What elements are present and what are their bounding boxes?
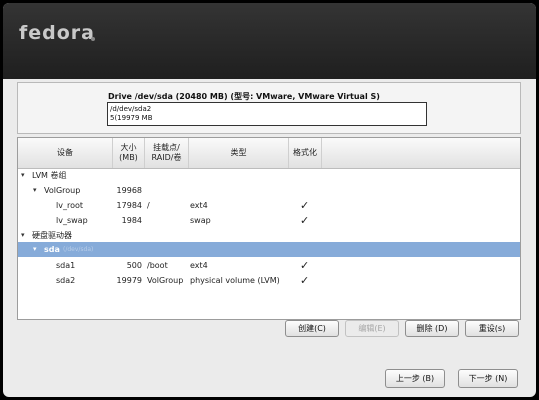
header-banner: fedora — [3, 3, 536, 79]
table-row[interactable]: lv_swap 1984 swap ✓ — [18, 213, 520, 228]
create-button[interactable]: 创建(C) — [285, 320, 339, 337]
row-device: sda1 — [56, 261, 76, 270]
installer-window: fedora Drive /dev/sda (20480 MB) (型号: VM… — [3, 3, 536, 397]
delete-button[interactable]: 删除 (D) — [405, 320, 459, 337]
row-device: lv_swap — [56, 216, 88, 225]
table-row[interactable]: sda2 19979 VolGroup physical volume (LVM) ✓ — [18, 273, 520, 288]
col-format-label: 格式化 — [293, 148, 317, 157]
row-device: lv_root — [56, 201, 83, 210]
back-button[interactable]: 上一步 (B) — [385, 369, 445, 388]
row-type: ext4 — [190, 261, 208, 270]
partition-tree[interactable]: 设备 大小 (MB) 挂载点/ RAID/卷 类型 格式化 ▾ LVM 卷组 ▾ Vo… — [17, 137, 521, 320]
table-row[interactable]: lv_root 17984 / ext4 ✓ — [18, 198, 520, 213]
col-format[interactable]: 格式化 — [289, 138, 322, 168]
row-device-path: (/dev/sda) — [63, 246, 94, 253]
table-row[interactable]: ▾ 硬盘驱动器 — [18, 228, 520, 243]
format-check-icon: ✓ — [300, 274, 310, 287]
table-row[interactable]: ▾ VolGroup 19968 — [18, 183, 520, 198]
row-device: VolGroup — [44, 186, 81, 195]
row-mount: VolGroup — [147, 276, 184, 285]
row-size — [113, 228, 142, 243]
col-mount[interactable]: 挂载点/ RAID/卷 — [145, 138, 189, 168]
row-size — [113, 242, 142, 257]
row-size: 1984 — [121, 216, 142, 225]
row-size: 500 — [126, 261, 142, 270]
row-type: physical volume (LVM) — [190, 276, 280, 285]
col-device[interactable]: 设备 — [18, 138, 113, 168]
row-device: sda2 — [56, 276, 76, 285]
row-mount: / — [147, 201, 150, 210]
expander-arrow-icon[interactable]: ▾ — [33, 183, 37, 198]
row-mount: /boot — [147, 261, 168, 270]
table-header: 设备 大小 (MB) 挂载点/ RAID/卷 类型 格式化 — [18, 138, 520, 169]
format-check-icon: ✓ — [300, 259, 310, 272]
edit-button[interactable]: 编辑(E) — [345, 320, 399, 337]
format-check-icon: ✓ — [300, 199, 310, 212]
drive-bar-size: 5(19979 MB — [110, 114, 153, 122]
col-mount-label: 挂载点/ RAID/卷 — [151, 143, 182, 162]
drive-summary: Drive /dev/sda (20480 MB) (型号: VMware, V… — [17, 82, 521, 134]
col-type-label: 类型 — [230, 148, 247, 157]
drive-title: Drive /dev/sda (20480 MB) (型号: VMware, V… — [108, 92, 380, 101]
row-type: swap — [190, 216, 211, 225]
col-device-label: 设备 — [57, 148, 73, 157]
reset-button[interactable]: 重设(s) — [465, 320, 519, 337]
table-row[interactable]: sda1 500/boot ext4 ✓ — [18, 258, 520, 273]
next-button[interactable]: 下一步 (N) — [458, 369, 518, 388]
col-size[interactable]: 大小 (MB) — [113, 138, 145, 168]
fedora-logo: fedora — [19, 22, 95, 44]
row-size: 19968 — [116, 186, 142, 195]
table-row[interactable]: ▾ sda (/dev/sda) — [18, 242, 520, 257]
drive-bar-device: /d/dev/sda2 — [110, 105, 152, 113]
row-type: ext4 — [190, 201, 208, 210]
format-check-icon: ✓ — [300, 214, 310, 227]
row-device: sda — [44, 245, 60, 254]
expander-arrow-icon[interactable]: ▾ — [33, 242, 37, 257]
row-size: 19979 — [116, 276, 142, 285]
row-size: 17984 — [116, 201, 142, 210]
expander-arrow-icon[interactable]: ▾ — [21, 168, 25, 183]
col-size-label: 大小 (MB) — [119, 143, 138, 162]
drive-partition-bar[interactable]: /d/dev/sda2 5(19979 MB — [107, 102, 427, 126]
row-device: LVM 卷组 — [32, 171, 67, 180]
row-size — [113, 168, 142, 183]
logo-mark — [91, 37, 95, 41]
row-device: 硬盘驱动器 — [32, 231, 72, 240]
col-type[interactable]: 类型 — [189, 138, 289, 168]
expander-arrow-icon[interactable]: ▾ — [21, 228, 25, 243]
table-row[interactable]: ▾ LVM 卷组 — [18, 168, 520, 183]
